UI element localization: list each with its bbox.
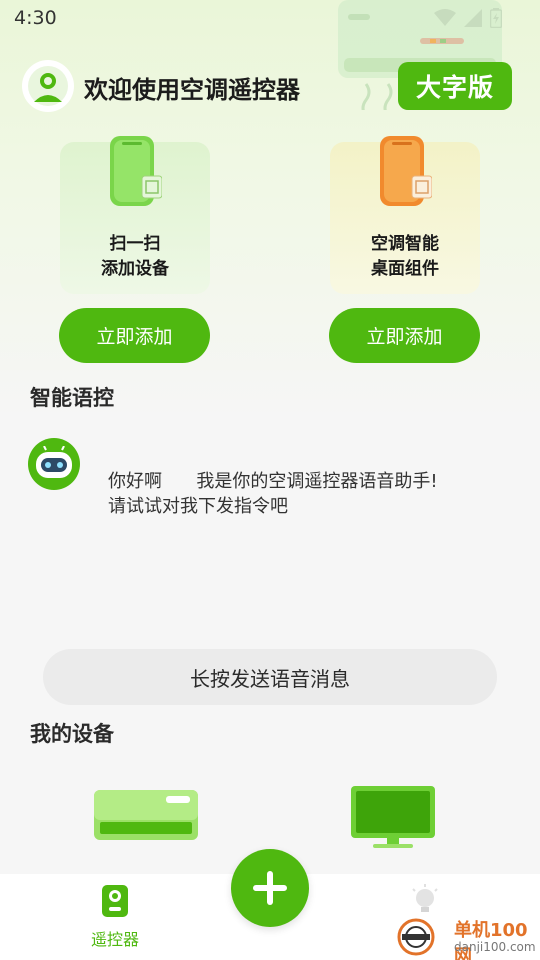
scan-card-line1: 扫一扫 <box>109 234 161 254</box>
avatar[interactable] <box>22 60 74 112</box>
tv-device[interactable] <box>349 784 437 850</box>
phone-widget-icon <box>380 136 432 206</box>
air-conditioner-device[interactable] <box>92 788 200 844</box>
air-conditioner-icon <box>94 790 198 840</box>
remote-control-icon <box>102 885 128 917</box>
tv-icon <box>351 786 435 848</box>
watermark-logo-icon <box>397 918 435 956</box>
widget-card-line1: 空调智能 <box>371 234 439 254</box>
user-avatar-icon <box>28 66 68 106</box>
widget-add-now-button[interactable]: 立即添加 <box>329 308 480 363</box>
scan-add-device-card[interactable]: 扫一扫 添加设备 <box>60 136 210 294</box>
voice-section-title: 智能语控 <box>30 386 114 410</box>
nav-remote-label: 遥控器 <box>90 930 139 949</box>
desktop-widget-card[interactable]: 空调智能 桌面组件 <box>330 136 480 294</box>
assistant-message-line1: 你好啊 我是你的空调遥控器语音助手! <box>108 471 438 492</box>
watermark-line2: danji100.com <box>454 940 536 954</box>
devices-section-title: 我的设备 <box>30 722 114 746</box>
hold-to-talk-button[interactable]: 长按发送语音消息 <box>43 649 497 705</box>
scan-card-line2: 添加设备 <box>101 259 169 279</box>
scan-add-now-button[interactable]: 立即添加 <box>59 308 210 363</box>
assistant-message-line2: 请试试对我下发指令吧 <box>108 496 288 517</box>
watermark: 单机100网 danji100.com <box>392 914 540 960</box>
widget-card-line2: 桌面组件 <box>371 259 439 279</box>
big-font-mode-button[interactable]: 大字版 <box>398 62 512 110</box>
nav-remote-tab[interactable]: 遥控器 <box>70 884 160 950</box>
status-time: 4:30 <box>14 7 57 29</box>
phone-scan-icon <box>110 136 162 206</box>
page-title: 欢迎使用空调遥控器 <box>84 76 300 104</box>
add-device-fab-button[interactable] <box>231 849 309 927</box>
lightbulb-icon <box>412 884 438 912</box>
robot-assistant-icon <box>28 438 80 490</box>
plus-icon <box>253 871 287 905</box>
